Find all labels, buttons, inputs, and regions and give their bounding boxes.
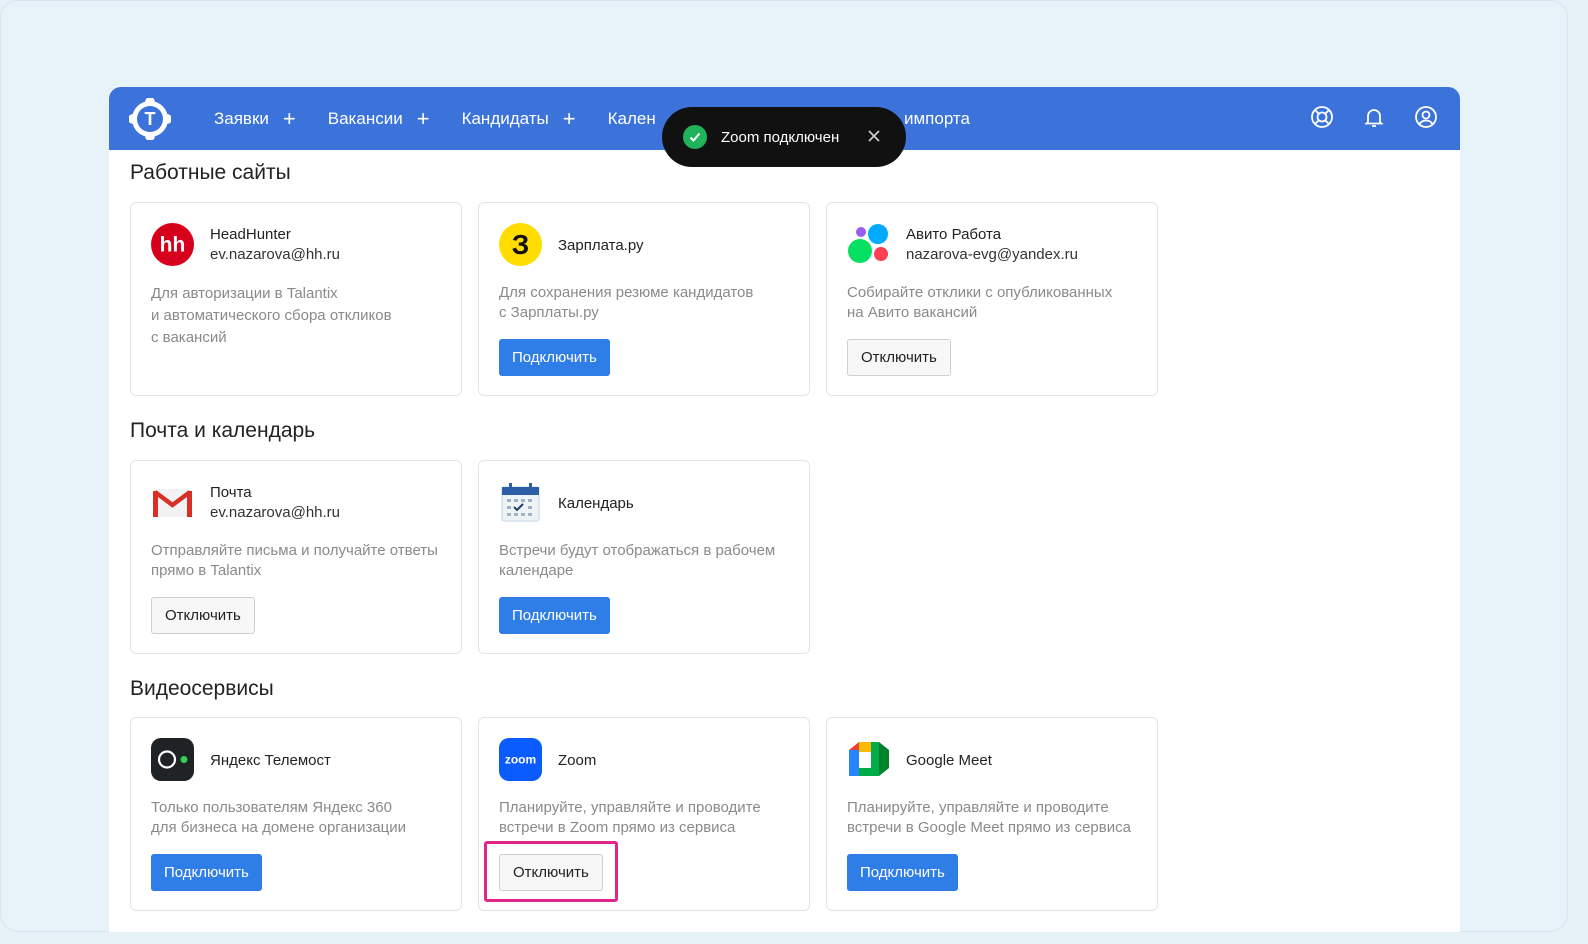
top-icons: [1308, 103, 1440, 131]
support-lifebuoy-icon[interactable]: [1308, 103, 1336, 131]
zarplata-logo: З: [499, 223, 542, 266]
card-name: Яндекс Телемост: [210, 752, 331, 769]
card-zarplata: З Зарплата.ру Для сохранения резюме канд…: [478, 202, 810, 396]
nav-item-vacancies[interactable]: Вакансии +: [328, 107, 430, 130]
highlight-frame: [484, 841, 618, 902]
card-name: Google Meet: [906, 752, 992, 769]
card-name: HeadHunter: [210, 226, 291, 243]
zoom-logo: zoom: [499, 738, 542, 781]
avito-disconnect-button[interactable]: Отключить: [847, 339, 951, 376]
section-title-mail-calendar: Почта и календарь: [130, 419, 316, 442]
talantix-logo[interactable]: T: [128, 97, 172, 141]
toast-message: Zoom подключен: [721, 128, 840, 146]
calendar-connect-button[interactable]: Подключить: [499, 597, 610, 634]
card-account: nazarova-evg@yandex.ru: [906, 246, 1078, 263]
card-name: Авито Работа: [906, 226, 1002, 243]
meet-connect-button[interactable]: Подключить: [847, 854, 958, 891]
card-avito: Авито Работа nazarova-evg@yandex.ru Соби…: [826, 202, 1158, 396]
card-calendar: Календарь Встречи будут отображаться в р…: [478, 460, 810, 654]
telemost-logo: [151, 738, 194, 781]
profile-icon[interactable]: [1412, 103, 1440, 131]
card-description: Встречи будут отображаться в рабочем кал…: [499, 542, 776, 579]
card-description: Только пользователям Яндекс 360 для бизн…: [151, 799, 407, 836]
nav-item-requests[interactable]: Заявки +: [214, 107, 296, 130]
card-description: Для сохранения резюме кандидатов с Зарпл…: [499, 284, 754, 321]
card-account: ev.nazarova@hh.ru: [210, 504, 341, 521]
nav-item-import[interactable]: импорта: [904, 87, 970, 150]
section-title-video: Видеосервисы: [130, 677, 274, 700]
card-description: Для авторизации в Talantix и автоматичес…: [151, 285, 392, 346]
card-description: Отправляйте письма и получайте ответы пр…: [151, 542, 438, 579]
add-candidate-plus-icon[interactable]: +: [563, 107, 576, 130]
svg-text:T: T: [145, 109, 156, 129]
gmail-icon: [151, 481, 194, 524]
card-telemost: Яндекс Телемост Только пользователям Янд…: [130, 717, 462, 911]
nav-item-calendar[interactable]: Кален: [608, 109, 656, 129]
google-meet-logo: [847, 738, 890, 781]
card-mail: Почта ev.nazarova@hh.ru Отправляйте пись…: [130, 460, 462, 654]
app-window: T Заявки + Вакансии + Кандидаты + Кален имп…: [109, 87, 1460, 932]
mail-disconnect-button[interactable]: Отключить: [151, 597, 255, 634]
card-account: ev.nazarova@hh.ru: [210, 246, 341, 263]
svg-text:hh: hh: [160, 234, 186, 257]
telemost-connect-button[interactable]: Подключить: [151, 854, 262, 891]
card-name: Zoom: [558, 752, 597, 769]
card-name: Почта: [210, 484, 252, 501]
card-description: Собирайте отклики с опубликованных на Ав…: [847, 284, 1113, 321]
add-vacancy-plus-icon[interactable]: +: [417, 107, 430, 130]
calendar-icon: [499, 481, 542, 524]
svg-text:З: З: [512, 229, 530, 260]
toast-notification: Zoom подключен: [662, 107, 906, 167]
headhunter-logo: hh: [151, 223, 194, 266]
add-request-plus-icon[interactable]: +: [283, 107, 296, 130]
avito-logo: [847, 223, 890, 266]
card-name: Зарплата.ру: [558, 237, 644, 254]
card-description: Планируйте, управляйте и проводите встре…: [847, 799, 1131, 836]
section-title-job-sites: Работные сайты: [130, 161, 291, 184]
main-nav: Заявки + Вакансии + Кандидаты + Кален: [214, 87, 688, 150]
bell-icon[interactable]: [1360, 103, 1388, 131]
close-icon[interactable]: [864, 126, 884, 146]
card-headhunter: hh HeadHunter ev.nazarova@hh.ru Для авто…: [130, 202, 462, 396]
success-check-icon: [683, 125, 707, 149]
card-description: Планируйте, управляйте и проводите встре…: [499, 799, 761, 836]
zarplata-connect-button[interactable]: Подключить: [499, 339, 610, 376]
nav-item-candidates[interactable]: Кандидаты +: [462, 107, 576, 130]
card-name: Календарь: [558, 495, 634, 512]
card-google-meet: Google Meet Планируйте, управляйте и про…: [826, 717, 1158, 911]
svg-text:zoom: zoom: [505, 753, 536, 767]
